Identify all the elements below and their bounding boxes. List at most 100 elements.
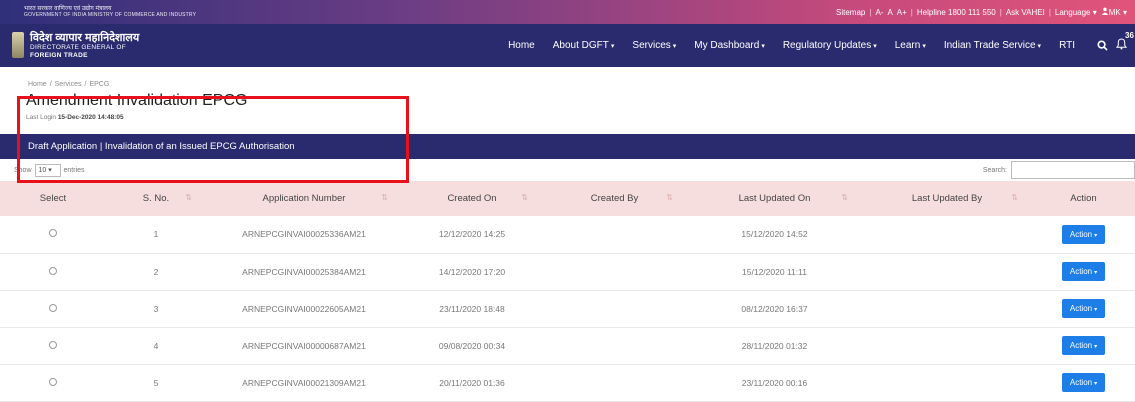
nav-item-regulatory-updates[interactable]: Regulatory Updates ▾ (783, 40, 877, 51)
section-title: Draft Application | Invalidation of an I… (28, 141, 295, 152)
search-input[interactable] (1011, 161, 1135, 179)
chevron-down-icon: ▾ (873, 43, 877, 50)
cell-last-updated-on: 23/11/2020 00:16 (741, 377, 808, 388)
chevron-down-icon: ▾ (1094, 344, 1098, 350)
row-select-radio[interactable] (49, 303, 57, 312)
search-icon[interactable] (1097, 40, 1108, 51)
action-button[interactable]: Action ▾ (1061, 373, 1106, 392)
cell-created-by (542, 290, 687, 327)
column-header-last-updated-by[interactable]: Last Updated By ⇅ (862, 181, 1032, 216)
action-button[interactable]: Action ▾ (1061, 224, 1106, 244)
entries-per-page-select[interactable]: 10 ▾ (34, 163, 61, 177)
column-header-created-on[interactable]: Created On ⇅ (402, 181, 542, 216)
chevron-down-icon: ▾ (922, 43, 926, 50)
chevron-down-icon: ▾ (1094, 270, 1098, 276)
show-entries: Show 10 ▾ entries (14, 163, 85, 177)
row-select-radio[interactable] (49, 266, 57, 275)
cell-last-updated-on: 15/12/2020 14:52 (741, 229, 808, 240)
ask-link[interactable]: Ask VAHEI (1006, 8, 1045, 17)
nav-item-indian-trade-service[interactable]: Indian Trade Service ▾ (944, 40, 1041, 51)
cell-last-updated-by (862, 290, 1032, 327)
row-select-radio[interactable] (49, 377, 57, 386)
top-bar: भारत सरकार वाणिज्य एवं उद्योग मंत्रालय G… (0, 0, 1135, 24)
cell-created-on: 20/11/2020 01:36 (439, 377, 505, 388)
action-button[interactable]: Action ▾ (1061, 336, 1106, 355)
nav-item-home[interactable]: Home (508, 40, 535, 51)
cell-sno: 5 (153, 377, 159, 388)
table-search: Search: (983, 161, 1135, 179)
row-select-radio[interactable] (49, 229, 57, 238)
action-button[interactable]: Action ▾ (1061, 262, 1106, 281)
cell-application-number: ARNEPCGINVAI00021309AM21 (242, 377, 366, 388)
title-block: Amendment Invalidation EPCG Last Login 1… (0, 88, 1135, 121)
font-normal-button[interactable]: A (887, 8, 892, 17)
government-label-english: GOVERNMENT OF INDIA MINISTRY OF COMMERCE… (24, 11, 197, 18)
chevron-down-icon: ▾ (1122, 8, 1127, 17)
table-row: 1 ARNEPCGINVAI00025336AM21 12/12/2020 14… (0, 216, 1135, 253)
nav-item-learn[interactable]: Learn ▾ (895, 40, 926, 51)
column-header-action: Action (1070, 193, 1097, 204)
last-login-info: Last Login 15-Dec-2020 14:48:05 (26, 114, 1135, 121)
sitemap-link[interactable]: Sitemap (836, 8, 865, 17)
notifications-button[interactable]: 36 (1115, 31, 1134, 53)
breadcrumb-services[interactable]: Services (55, 81, 82, 88)
cell-application-number: ARNEPCGINVAI00025336AM21 (242, 229, 366, 240)
chevron-down-icon: ▾ (1092, 7, 1097, 17)
table-controls: Show 10 ▾ entries Search: (0, 159, 1135, 181)
brand-logo[interactable]: विदेश व्यापार महानिदेशालय DIRECTORATE GE… (12, 32, 139, 60)
font-decrease-button[interactable]: A- (875, 8, 883, 17)
cell-created-by (542, 327, 687, 364)
column-header-created-by[interactable]: Created By ⇅ (542, 181, 687, 216)
font-increase-button[interactable]: A+ (897, 8, 907, 17)
page-title: Amendment Invalidation EPCG (26, 92, 248, 109)
cell-last-updated-on: 28/11/2020 01:32 (741, 340, 808, 351)
user-icon (1101, 7, 1108, 15)
nav-menu: Home About DGFT ▾ Services ▾ My Dashboard ▾… (508, 31, 1134, 53)
sort-icon: ⇅ (1011, 193, 1018, 202)
language-dropdown[interactable]: Language ▾ (1055, 8, 1097, 17)
column-header-last-updated-on[interactable]: Last Updated On ⇅ (687, 181, 862, 216)
brand-name-line2: FOREIGN TRADE (30, 51, 88, 59)
cell-sno: 1 (153, 229, 159, 240)
chevron-down-icon: ▾ (48, 166, 52, 174)
table-header-row: Select S. No. ⇅ Application Number ⇅ Creat… (0, 181, 1135, 216)
user-menu[interactable]: MK ▾ (1101, 7, 1127, 17)
cell-last-updated-by (862, 327, 1032, 364)
column-header-application-number[interactable]: Application Number ⇅ (206, 181, 402, 216)
row-select-radio[interactable] (49, 340, 57, 349)
cell-last-updated-by (862, 364, 1032, 401)
table-row: 3 ARNEPCGINVAI00022605AM21 23/11/2020 18… (0, 290, 1135, 327)
chevron-down-icon: ▾ (672, 43, 677, 50)
nav-item-my-dashboard[interactable]: My Dashboard ▾ (694, 40, 765, 51)
cell-last-updated-by (862, 216, 1032, 253)
chevron-down-icon: ▾ (1094, 232, 1098, 239)
last-login-label: Last Login (26, 114, 56, 121)
sort-icon: ⇅ (381, 193, 388, 202)
sort-icon: ⇅ (666, 193, 673, 202)
section-header: Draft Application | Invalidation of an I… (0, 134, 1135, 159)
cell-last-updated-on: 08/12/2020 16:37 (741, 303, 808, 314)
action-button[interactable]: Action ▾ (1061, 299, 1106, 318)
nav-item-services[interactable]: Services ▾ (632, 40, 676, 51)
cell-sno: 2 (153, 266, 159, 277)
helpline-link[interactable]: Helpline 1800 111 550 (917, 8, 996, 17)
cell-last-updated-by (862, 253, 1032, 290)
column-header-sno[interactable]: S. No. ⇅ (106, 181, 206, 216)
notification-count-badge: 36 (1125, 31, 1134, 40)
cell-application-number: ARNEPCGINVAI00025384AM21 (242, 266, 366, 277)
cell-created-by (542, 216, 687, 253)
cell-last-updated-on: 15/12/2020 11:11 (742, 266, 807, 277)
sort-icon: ⇅ (185, 193, 192, 202)
search-label: Search: (982, 166, 1007, 174)
table-row: 5 ARNEPCGINVAI00021309AM21 20/11/2020 01… (0, 364, 1135, 401)
breadcrumb-home[interactable]: Home (28, 81, 47, 88)
chevron-down-icon: ▾ (1094, 381, 1098, 387)
cell-sno: 4 (153, 340, 159, 351)
nav-item-about-dgft[interactable]: About DGFT ▾ (553, 40, 615, 51)
nav-item-rti[interactable]: RTI (1059, 40, 1075, 51)
cell-application-number: ARNEPCGINVAI00022605AM21 (242, 303, 366, 314)
emblem-icon (12, 32, 24, 59)
cell-created-by (542, 253, 687, 290)
main-navbar: विदेश व्यापार महानिदेशालय DIRECTORATE GE… (0, 24, 1135, 67)
government-label: भारत सरकार वाणिज्य एवं उद्योग मंत्रालय G… (24, 6, 196, 18)
